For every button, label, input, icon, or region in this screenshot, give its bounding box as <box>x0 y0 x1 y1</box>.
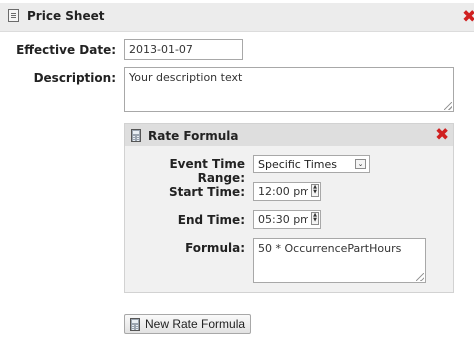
end-time-spinner-icon[interactable]: ▲ ▼ <box>311 212 319 225</box>
chevron-down-icon[interactable]: ⌄ <box>355 159 366 169</box>
remove-price-sheet-close-icon[interactable]: ✖ <box>462 9 474 26</box>
rate-formula-title: Rate Formula <box>148 129 239 143</box>
formula-label: Formula: <box>185 241 245 255</box>
calculator-icon <box>130 318 140 331</box>
event-time-range-label: Event Time Range: <box>169 157 245 185</box>
new-rate-formula-label: New Rate Formula <box>145 317 246 331</box>
start-time-spinner-icon[interactable]: ▲ ▼ <box>311 184 319 197</box>
remove-rate-formula-close-icon[interactable]: ✖ <box>435 127 449 144</box>
description-field[interactable]: Your description text <box>124 67 454 112</box>
start-time-label: Start Time: <box>168 185 245 199</box>
price-sheet-title: Price Sheet <box>27 9 105 23</box>
resize-grip-icon[interactable] <box>444 102 452 110</box>
description-field-wrap: Your description text <box>124 67 454 112</box>
start-time-field-wrap: ▲▼ <box>253 182 321 201</box>
effective-date-label: Effective Date: <box>16 43 116 57</box>
end-time-field-wrap: ▲▼ <box>253 210 321 229</box>
document-icon <box>8 9 19 22</box>
formula-field-wrap: 50 * OccurrencePartHours <box>253 238 426 283</box>
description-label: Description: <box>33 71 116 85</box>
effective-date-field[interactable] <box>124 39 243 60</box>
event-time-range-select[interactable]: Specific Times ⌄ <box>253 155 370 173</box>
end-time-label: End Time: <box>177 213 245 227</box>
new-rate-formula-button[interactable]: New Rate Formula <box>124 314 251 334</box>
formula-field[interactable]: 50 * OccurrencePartHours <box>253 238 426 283</box>
calculator-icon <box>131 129 141 142</box>
resize-grip-icon[interactable] <box>416 273 424 281</box>
event-time-range-value: Specific Times <box>258 158 337 171</box>
